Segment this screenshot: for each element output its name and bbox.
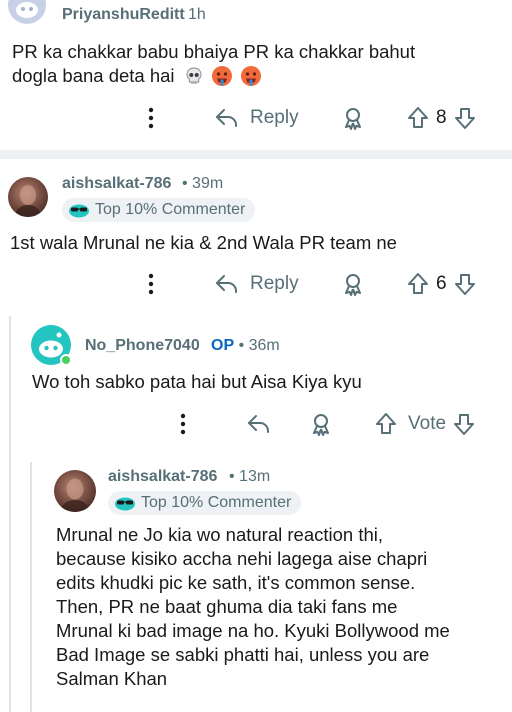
comment-time: 1h (188, 6, 206, 23)
reply-label: Reply (250, 107, 299, 128)
user-avatar-aishsalkat[interactable] (54, 470, 96, 512)
comment-time: 36m (248, 337, 280, 354)
upvote-arrow-icon (376, 413, 396, 434)
sunglasses-snoo-icon (69, 204, 89, 218)
upvote-arrow-icon (408, 107, 428, 128)
vote-controls: 8 (406, 104, 477, 132)
downvote-arrow-icon (454, 414, 475, 435)
upvote-button[interactable] (406, 272, 430, 296)
badge-label: Top 10% Commenter (141, 494, 292, 511)
top-commenter-badge[interactable]: Top 10% Commenter (108, 491, 302, 515)
sunglasses-snoo-icon (115, 497, 135, 511)
comment-line: Salman Khan (56, 668, 168, 689)
comment-time: 13m (239, 468, 271, 485)
comment-username[interactable]: aishsalkat-786 (108, 468, 217, 486)
comment-text: 1st wala Mrunal ne kia & 2nd Wala PR tea… (10, 232, 397, 253)
reply-label: Reply (250, 273, 299, 294)
nested-thread-line[interactable] (30, 462, 32, 712)
more-vertical-icon (148, 107, 154, 129)
downvote-arrow-icon (454, 274, 475, 295)
downvote-button[interactable] (453, 106, 477, 130)
thread-line[interactable] (9, 316, 11, 712)
comment-time-wrap: • 39m (182, 175, 224, 192)
more-vertical-icon (180, 413, 186, 435)
reply-arrow-icon (216, 109, 237, 127)
vote-score: 6 (436, 273, 447, 294)
vote-score: 8 (436, 107, 447, 128)
comment-time-wrap: • 13m (229, 468, 271, 485)
user-avatar-priyanshu[interactable] (8, 0, 46, 24)
more-vertical-icon (148, 273, 154, 295)
snoo-avatar-icon (8, 0, 46, 24)
reply-button[interactable] (246, 410, 272, 438)
comment-body: Mrunal ne Jo kia wo natural reaction thi… (56, 523, 506, 691)
award-icon (313, 414, 329, 436)
comment-line: Bad Image se sabki phatti hai, unless yo… (56, 644, 430, 665)
more-options-button[interactable] (148, 270, 164, 298)
award-icon (345, 274, 361, 296)
top-commenter-badge[interactable]: Top 10% Commenter (62, 198, 256, 222)
comment-username[interactable]: No_Phone7040 (85, 337, 200, 355)
vote-controls: 6 (406, 270, 477, 298)
profile-photo-icon (14, 185, 42, 217)
award-button[interactable] (341, 106, 365, 130)
comment-body: PR ka chakkar babu bhaiya PR ka chakkar … (12, 40, 462, 88)
downvote-button[interactable] (453, 272, 477, 296)
profile-photo-icon (60, 478, 90, 512)
downvote-arrow-icon (454, 108, 475, 129)
downvote-button[interactable] (452, 412, 476, 436)
comment-line: because kisiko accha nehi lagega aise ch… (56, 548, 428, 569)
upvote-button[interactable] (406, 106, 430, 130)
emoji-skull-icon (184, 66, 204, 86)
more-options-button[interactable] (180, 410, 196, 438)
reply-button[interactable]: Reply (214, 270, 299, 298)
vote-controls: Vote (374, 410, 476, 438)
comment-line: Mrunal ki bad image na ho. Kyuki Bollywo… (56, 620, 450, 641)
award-icon (345, 108, 361, 130)
comment-line: edits khudki pic ke sath, it's common se… (56, 572, 416, 593)
comment-time: 39m (192, 175, 224, 192)
reply-arrow-icon (248, 415, 269, 433)
comment-username[interactable]: PriyanshuReditt (62, 6, 185, 24)
comment-time-wrap: 1h (188, 6, 206, 24)
snoo-avatar-icon (31, 325, 72, 366)
comment-line: Then, PR ne baat ghuma dia taki fans me (56, 596, 398, 617)
reply-arrow-icon (216, 275, 237, 293)
vote-label: Vote (408, 413, 447, 434)
user-avatar-aishsalkat[interactable] (8, 177, 48, 217)
user-avatar-op[interactable] (30, 324, 72, 366)
comment-meta: OP • 36m (211, 337, 280, 354)
comment-text: Wo toh sabko pata hai but Aisa Kiya kyu (32, 371, 362, 392)
award-button[interactable] (341, 272, 365, 296)
badge-label: Top 10% Commenter (95, 201, 246, 218)
emoji-hot-face-icon (240, 65, 262, 87)
reply-button[interactable]: Reply (214, 104, 299, 132)
award-button[interactable] (309, 412, 333, 436)
upvote-button[interactable] (374, 412, 398, 436)
comment-line: Mrunal ne Jo kia wo natural reaction thi… (56, 524, 384, 545)
more-options-button[interactable] (148, 104, 164, 132)
upvote-arrow-icon (408, 273, 428, 294)
comment-username[interactable]: aishsalkat-786 (62, 175, 171, 193)
online-indicator (60, 354, 72, 366)
op-badge: OP (211, 337, 235, 354)
comment-separator (0, 150, 512, 159)
emoji-hot-face-icon (211, 65, 233, 87)
